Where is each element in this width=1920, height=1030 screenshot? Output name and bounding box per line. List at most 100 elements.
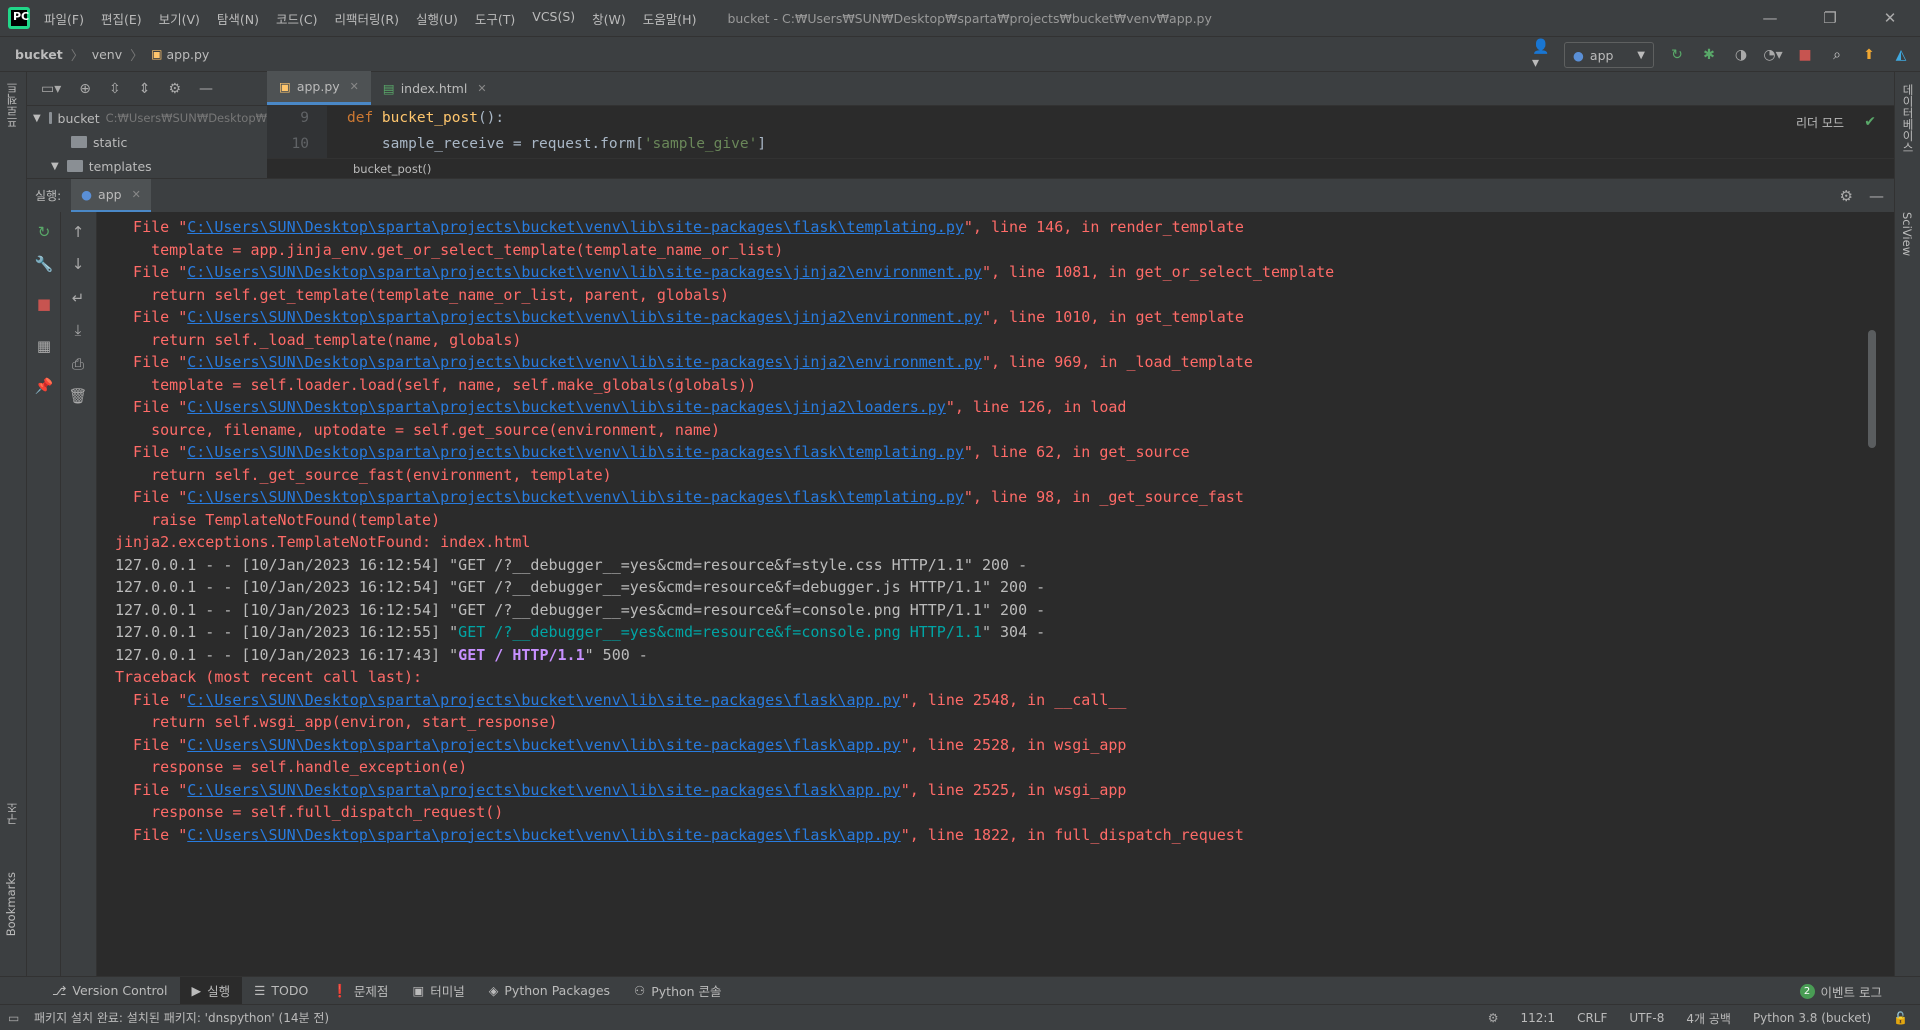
expand-all-icon[interactable]: ⇳ bbox=[109, 81, 121, 97]
menu-item[interactable]: VCS(S) bbox=[532, 9, 575, 28]
tab-run[interactable]: ▶ 실행 bbox=[179, 976, 243, 1005]
tree-item-static[interactable]: static bbox=[27, 130, 267, 154]
reader-mode-toggle[interactable]: 리더 모드 bbox=[1796, 114, 1844, 131]
rerun-icon[interactable]: ↻ bbox=[27, 220, 61, 244]
console-output[interactable]: File "C:\Users\SUN\Desktop\sparta\projec… bbox=[97, 212, 1879, 976]
gear-icon[interactable]: ⚙ bbox=[1840, 187, 1853, 205]
file-link[interactable]: C:\Users\SUN\Desktop\sparta\projects\buc… bbox=[187, 736, 900, 754]
file-link[interactable]: C:\Users\SUN\Desktop\sparta\projects\buc… bbox=[187, 691, 900, 709]
search-icon[interactable]: ⌕ bbox=[1828, 46, 1846, 64]
wrench-icon[interactable]: 🔧 bbox=[27, 252, 61, 276]
close-tab-icon[interactable]: ✕ bbox=[132, 188, 141, 201]
tab-app-py[interactable]: ▣ app.py ✕ bbox=[267, 71, 371, 105]
menu-item[interactable]: 도움말(H) bbox=[643, 9, 697, 28]
console-scrollbar[interactable] bbox=[1864, 212, 1879, 976]
sync-icon[interactable]: ⚙ bbox=[1488, 1011, 1499, 1025]
menu-item[interactable]: 창(W) bbox=[592, 9, 626, 28]
menu-item[interactable]: 코드(C) bbox=[276, 9, 317, 28]
hide-icon[interactable]: — bbox=[1869, 187, 1884, 205]
lock-icon[interactable]: 🔓 bbox=[1893, 1011, 1908, 1025]
project-view-icon[interactable]: ▭▾ bbox=[41, 81, 61, 97]
file-link[interactable]: C:\Users\SUN\Desktop\sparta\projects\buc… bbox=[187, 308, 982, 326]
tab-python-packages[interactable]: ◈ Python Packages bbox=[477, 977, 622, 1005]
file-link[interactable]: C:\Users\SUN\Desktop\sparta\projects\buc… bbox=[187, 826, 900, 844]
status-message[interactable]: 패키지 설치 완료: 설치된 패키지: 'dnspython' (14분 전) bbox=[34, 1009, 329, 1026]
menu-item[interactable]: 도구(T) bbox=[475, 9, 515, 28]
code-with-me-icon[interactable]: ◭ bbox=[1892, 46, 1910, 64]
structure-tool-tab[interactable]: 구조 bbox=[4, 802, 20, 825]
profile-icon[interactable]: ◔▾ bbox=[1763, 46, 1782, 64]
run-tab-app[interactable]: ● app ✕ bbox=[71, 178, 151, 213]
scrollbar-thumb[interactable] bbox=[1868, 330, 1876, 448]
print-icon[interactable]: ⎙ bbox=[61, 352, 95, 376]
tab-index-html[interactable]: ▤ index.html ✕ bbox=[371, 71, 499, 105]
minimize-icon[interactable]: — bbox=[1740, 0, 1800, 36]
stop-icon[interactable]: ■ bbox=[27, 292, 61, 316]
arrow-up-icon[interactable]: ↑ bbox=[61, 220, 95, 244]
menu-item[interactable]: 리팩터링(R) bbox=[335, 9, 399, 28]
chevron-down-icon[interactable]: ▼ bbox=[33, 113, 41, 124]
restore-icon[interactable]: ❐ bbox=[1800, 0, 1860, 36]
soft-wrap-icon[interactable]: ↵ bbox=[61, 286, 95, 310]
file-link[interactable]: C:\Users\SUN\Desktop\sparta\projects\buc… bbox=[187, 353, 982, 371]
line-separator[interactable]: CRLF bbox=[1577, 1011, 1607, 1025]
event-log-button[interactable]: 2 이벤트 로그 bbox=[1799, 977, 1882, 1005]
locate-icon[interactable]: ⊕ bbox=[79, 81, 91, 97]
scroll-to-end-icon[interactable]: ⤓ bbox=[61, 318, 95, 342]
breadcrumb-folder[interactable]: venv bbox=[92, 47, 122, 62]
sciview-tool-tab[interactable]: SciView bbox=[1900, 212, 1914, 256]
file-link[interactable]: C:\Users\SUN\Desktop\sparta\projects\buc… bbox=[187, 443, 964, 461]
layout-toggle-icon[interactable]: ▭ bbox=[8, 1011, 19, 1025]
file-link[interactable]: C:\Users\SUN\Desktop\sparta\projects\buc… bbox=[187, 398, 946, 416]
update-icon[interactable]: ⬆ bbox=[1860, 46, 1878, 64]
python-interpreter[interactable]: Python 3.8 (bucket) bbox=[1753, 1011, 1871, 1025]
tab-label: Version Control bbox=[72, 983, 168, 998]
tree-item-templates[interactable]: ▼ templates bbox=[27, 154, 267, 178]
breadcrumb-project[interactable]: bucket bbox=[15, 47, 63, 62]
pin-icon[interactable]: 📌 bbox=[27, 374, 61, 398]
close-tab-icon[interactable]: ✕ bbox=[350, 80, 359, 93]
caret-position[interactable]: 112:1 bbox=[1520, 1011, 1555, 1025]
file-link[interactable]: C:\Users\SUN\Desktop\sparta\projects\buc… bbox=[187, 218, 964, 236]
trash-icon[interactable]: 🗑 bbox=[61, 384, 95, 408]
hide-icon[interactable]: — bbox=[199, 81, 213, 97]
file-link[interactable]: C:\Users\SUN\Desktop\sparta\projects\buc… bbox=[187, 263, 982, 281]
breadcrumb-file[interactable]: app.py bbox=[166, 47, 209, 62]
inspection-ok-icon[interactable]: ✔ bbox=[1864, 114, 1876, 130]
code-line[interactable]: sample_receive = request.form['sample_gi… bbox=[347, 136, 766, 152]
gear-icon[interactable]: ⚙ bbox=[168, 81, 181, 97]
collapse-all-icon[interactable]: ⇕ bbox=[139, 81, 151, 97]
user-icon[interactable]: 👤▾ bbox=[1532, 39, 1550, 71]
file-link[interactable]: C:\Users\SUN\Desktop\sparta\projects\buc… bbox=[187, 781, 900, 799]
arrow-down-icon[interactable]: ↓ bbox=[61, 252, 95, 276]
menu-item[interactable]: 탐색(N) bbox=[217, 9, 259, 28]
project-tool-tab[interactable]: 프로젝트 bbox=[4, 82, 20, 128]
stop-icon[interactable]: ■ bbox=[1796, 46, 1814, 64]
layout-icon[interactable]: ▦ bbox=[27, 334, 61, 358]
breadcrumb-function[interactable]: bucket_post() bbox=[353, 162, 431, 176]
tab-problems[interactable]: ❗ 문제점 bbox=[320, 977, 400, 1005]
menu-item[interactable]: 편집(E) bbox=[101, 9, 142, 28]
menu-item[interactable]: 실행(U) bbox=[416, 9, 458, 28]
tab-python-console[interactable]: ⚇ Python 콘솔 bbox=[622, 977, 734, 1005]
tab-terminal[interactable]: ▣ 터미널 bbox=[400, 977, 476, 1005]
rerun-icon[interactable]: ↻ bbox=[1668, 46, 1686, 64]
tab-todo[interactable]: ☰ TODO bbox=[242, 977, 320, 1005]
menu-item[interactable]: 파일(F) bbox=[44, 9, 84, 28]
code-editor[interactable]: 9 10 def bucket_post(): sample_receive =… bbox=[267, 106, 1894, 178]
coverage-icon[interactable]: ◑ bbox=[1732, 46, 1750, 64]
file-link[interactable]: C:\Users\SUN\Desktop\sparta\projects\buc… bbox=[187, 488, 964, 506]
close-tab-icon[interactable]: ✕ bbox=[477, 82, 486, 95]
debug-icon[interactable]: ✱ bbox=[1700, 46, 1718, 64]
code-line[interactable]: def bucket_post(): bbox=[347, 110, 504, 126]
indent-setting[interactable]: 4개 공백 bbox=[1686, 1010, 1731, 1027]
database-tool-tab[interactable]: 데이터베이스 bbox=[1900, 84, 1916, 153]
bookmarks-tool-tab[interactable]: Bookmarks bbox=[4, 872, 18, 936]
chevron-down-icon[interactable]: ▼ bbox=[51, 161, 59, 172]
file-encoding[interactable]: UTF-8 bbox=[1629, 1011, 1664, 1025]
menu-item[interactable]: 보기(V) bbox=[159, 9, 200, 28]
tab-version-control[interactable]: ⎇ Version Control bbox=[40, 977, 180, 1005]
run-config-select[interactable]: ● app ▼ bbox=[1564, 42, 1654, 68]
tree-item-root[interactable]: ▼ bucket C:₩Users₩SUN₩Desktop₩ bbox=[27, 106, 267, 130]
close-icon[interactable]: ✕ bbox=[1860, 0, 1920, 36]
